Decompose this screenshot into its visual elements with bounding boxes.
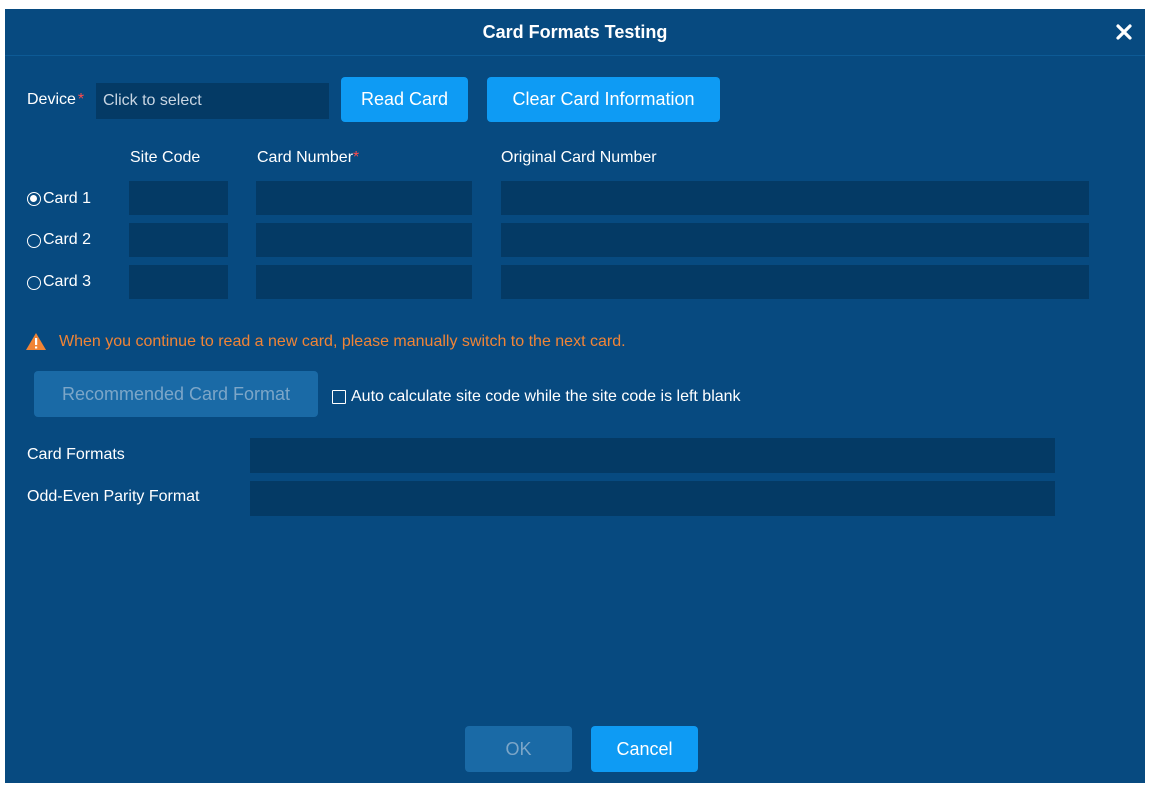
- card-number-header: Card Number*: [257, 149, 359, 167]
- site-code-header: Site Code: [130, 149, 201, 166]
- card-3-original-card-number-input[interactable]: [501, 265, 1089, 299]
- card-2-card-number-input[interactable]: [256, 223, 472, 257]
- card-formats-label: Card Formats: [27, 446, 125, 463]
- warning-triangle-icon: [26, 333, 46, 350]
- close-icon[interactable]: [1115, 23, 1133, 41]
- device-label: Device *: [27, 91, 84, 109]
- card-2-label: Card 2: [43, 231, 92, 248]
- card-formats-field: [250, 438, 1055, 473]
- auto-calculate-checkbox[interactable]: [332, 390, 346, 404]
- card-3-card-number-input[interactable]: [256, 265, 472, 299]
- card-number-required-mark: *: [353, 149, 360, 166]
- device-required-mark: *: [77, 91, 85, 108]
- card-3-radio[interactable]: [27, 276, 41, 290]
- cancel-button[interactable]: Cancel: [591, 726, 698, 772]
- card-2-original-card-number-input[interactable]: [501, 223, 1089, 257]
- original-card-number-header: Original Card Number: [501, 149, 657, 166]
- dialog-title: Card Formats Testing: [482, 22, 668, 42]
- auto-calculate-label: Auto calculate site code while the site …: [351, 388, 741, 405]
- card-1-radio[interactable]: [27, 192, 41, 206]
- card-2-radio[interactable]: [27, 234, 41, 248]
- card-1-card-number-input[interactable]: [256, 181, 472, 215]
- card-2-site-code-input[interactable]: [129, 223, 228, 257]
- card-3-label: Card 3: [43, 273, 92, 290]
- odd-even-parity-label: Odd-Even Parity Format: [27, 488, 200, 505]
- device-label-text: Device: [27, 91, 76, 108]
- device-select-value: Click to select: [103, 92, 202, 109]
- clear-card-information-button[interactable]: Clear Card Information: [487, 77, 720, 122]
- card-1-site-code-input[interactable]: [129, 181, 228, 215]
- card-3-site-code-input[interactable]: [129, 265, 228, 299]
- ok-button[interactable]: OK: [465, 726, 572, 772]
- device-select[interactable]: Click to select: [96, 83, 329, 119]
- dialog-titlebar: Card Formats Testing: [5, 9, 1145, 56]
- card-number-header-text: Card Number: [257, 149, 354, 166]
- recommended-card-format-button[interactable]: Recommended Card Format: [34, 371, 318, 417]
- card-1-label: Card 1: [43, 190, 92, 207]
- read-card-button[interactable]: Read Card: [341, 77, 468, 122]
- card-formats-testing-dialog: Card Formats Testing Device * Click to se…: [5, 9, 1145, 783]
- card-1-original-card-number-input[interactable]: [501, 181, 1089, 215]
- odd-even-parity-field: [250, 481, 1055, 516]
- warning-message: When you continue to read a new card, pl…: [59, 333, 626, 350]
